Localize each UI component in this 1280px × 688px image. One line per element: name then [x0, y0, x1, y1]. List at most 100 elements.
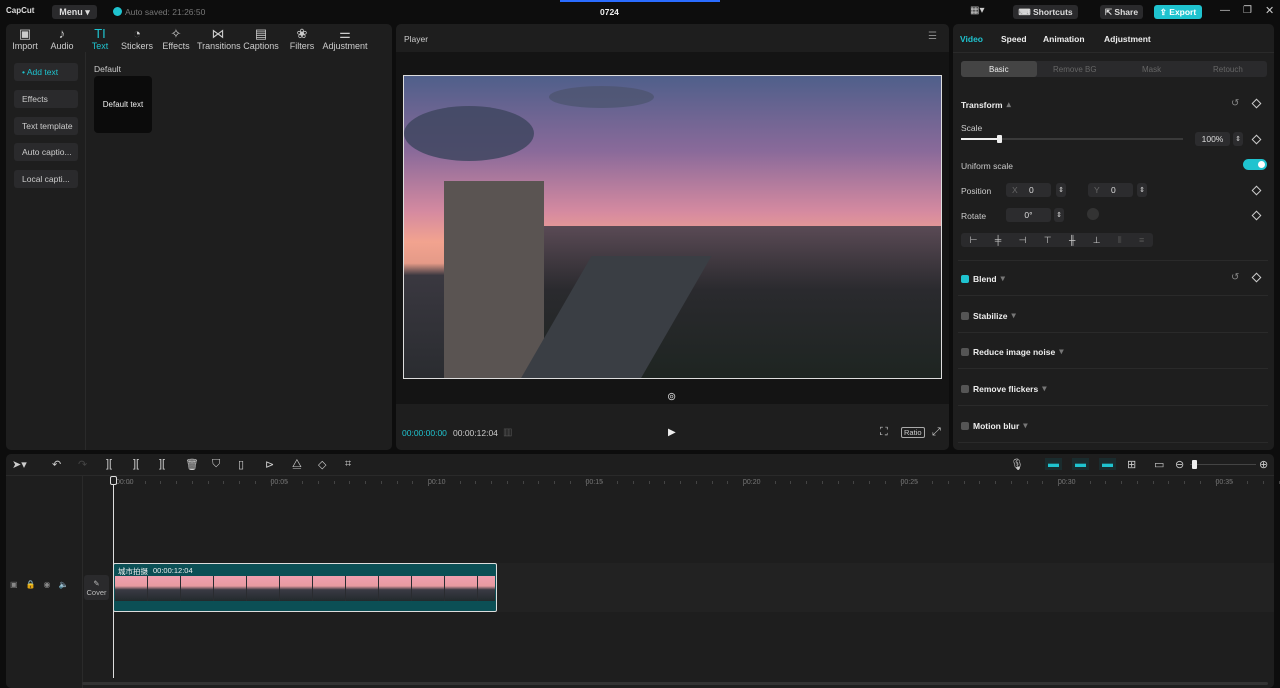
section-motion-blur[interactable]: Motion blur ▾	[961, 420, 1028, 431]
undo-icon[interactable]: ↶	[52, 458, 61, 471]
auto-snap-icon[interactable]: ▬	[1072, 458, 1089, 470]
zoom-in-icon[interactable]: ⊕	[1259, 458, 1268, 471]
subtab-remove-bg[interactable]: Remove BG	[1053, 65, 1097, 74]
tab-speed[interactable]: Speed	[1001, 34, 1027, 44]
video-preview[interactable]	[403, 75, 942, 379]
scale-stepper[interactable]: ⇕	[1233, 132, 1243, 146]
add-text-button[interactable]: • Add text	[14, 63, 78, 81]
effects-button[interactable]: Effects	[14, 90, 78, 108]
uniform-scale-toggle[interactable]	[1243, 159, 1267, 170]
rotate-dial[interactable]	[1087, 208, 1099, 220]
align-bottom-icon[interactable]: ⊥	[1093, 235, 1101, 246]
section-checkbox[interactable]	[961, 274, 969, 283]
share-button[interactable]: ⇱ Share	[1100, 5, 1143, 19]
section-reduce-image-noise[interactable]: Reduce image noise ▾	[961, 346, 1063, 357]
rotate-input[interactable]: 0°	[1006, 208, 1051, 222]
tool-adjustment[interactable]: ⚌ Adjustment	[322, 27, 368, 52]
lock-icon[interactable]: 🔒	[26, 580, 36, 589]
split-right-icon[interactable]: ][	[159, 458, 165, 470]
freeze-icon[interactable]: ▯	[238, 458, 244, 471]
zoom-slider[interactable]	[1190, 460, 1256, 469]
zoom-out-icon[interactable]: ⊖	[1175, 458, 1184, 471]
position-x-input[interactable]: X0	[1006, 183, 1051, 197]
tab-video[interactable]: Video	[960, 34, 983, 44]
scale-value[interactable]: 100%	[1195, 132, 1230, 146]
section-checkbox[interactable]	[961, 347, 969, 356]
tool-audio[interactable]: ♪ Audio	[41, 27, 83, 52]
position-x-stepper[interactable]: ⇕	[1056, 183, 1066, 197]
select-tool-icon[interactable]: ➤▾	[12, 458, 27, 471]
fullscreen-icon[interactable]: ⤢	[932, 426, 941, 439]
section-checkbox[interactable]	[961, 384, 969, 393]
subtab-mask[interactable]: Mask	[1142, 65, 1161, 74]
visibility-icon[interactable]: ◉	[44, 580, 51, 589]
align-right-icon[interactable]: ⊣	[1019, 235, 1027, 246]
marker-icon[interactable]: ⛉	[212, 458, 220, 471]
ratio-button[interactable]: Ratio	[901, 427, 925, 438]
align-left-icon[interactable]: ⊢	[970, 235, 978, 246]
section-checkbox[interactable]	[961, 421, 969, 430]
section-stabilize[interactable]: Stabilize ▾	[961, 310, 1016, 321]
mirror-icon[interactable]: ⧋	[292, 458, 302, 471]
reset-icon[interactable]: ↺	[1231, 98, 1239, 109]
section-checkbox[interactable]	[961, 311, 969, 320]
scale-slider[interactable]	[961, 135, 1183, 143]
track-thumbnail-icon[interactable]: ▣	[10, 580, 18, 589]
section-remove-flickers[interactable]: Remove flickers ▾	[961, 383, 1046, 394]
rotate-clip-icon[interactable]: ◇	[318, 458, 326, 471]
menu-button[interactable]: Menu ▾	[52, 5, 97, 19]
local-captions-button[interactable]: Local capti...	[14, 170, 78, 188]
align-center-h-icon[interactable]: ╪	[995, 235, 1001, 245]
preview-axis-icon[interactable]: ⊞	[1127, 458, 1136, 471]
tool-import[interactable]: ▣ Import	[4, 27, 46, 52]
export-button[interactable]: ⇪ Export	[1154, 5, 1202, 19]
section-blend[interactable]: Blend ▾	[961, 273, 1005, 284]
default-text-card[interactable]: Default text	[94, 76, 152, 133]
delete-icon[interactable]: 🗑	[185, 458, 199, 471]
close-icon[interactable]: ✕	[1265, 4, 1274, 17]
align-top-icon[interactable]: ⊤	[1044, 235, 1052, 246]
auto-captions-button[interactable]: Auto captio...	[14, 143, 78, 161]
subtab-basic[interactable]: Basic	[989, 65, 1009, 74]
reverse-icon[interactable]: ⊳	[265, 458, 274, 471]
split-icon[interactable]: ][	[106, 458, 112, 470]
tool-stickers[interactable]: ◔ Stickers	[116, 27, 158, 52]
rotate-stepper[interactable]: ⇕	[1054, 208, 1064, 222]
timeline-scrollbar[interactable]	[82, 682, 1268, 685]
tool-effects[interactable]: ✧ Effects	[155, 27, 197, 52]
reset-view-icon[interactable]: ⊚	[667, 390, 676, 403]
main-track-magnet-icon[interactable]: ▬	[1045, 458, 1062, 470]
distribute-v-icon[interactable]: ≡	[1139, 235, 1144, 245]
tab-adjustment[interactable]: Adjustment	[1104, 34, 1151, 44]
position-y-stepper[interactable]: ⇕	[1137, 183, 1147, 197]
video-clip[interactable]: 城市拍摄 00:00:12:04	[113, 563, 497, 612]
distribute-h-icon[interactable]: ⫴	[1118, 235, 1122, 246]
split-left-icon[interactable]: ][	[133, 458, 139, 470]
shortcuts-button[interactable]: ⌨ Shortcuts	[1013, 5, 1078, 19]
microphone-icon[interactable]: 🎙	[1010, 458, 1024, 471]
tool-text[interactable]: TI Text	[79, 27, 121, 52]
position-y-input[interactable]: Y0	[1088, 183, 1133, 197]
timecode-menu-icon[interactable]: ▥	[503, 427, 512, 438]
transform-section[interactable]: Transform ▴	[961, 99, 1011, 110]
fit-icon[interactable]: ⛶	[880, 426, 888, 439]
tool-filters[interactable]: ❀ Filters	[281, 27, 323, 52]
tab-animation[interactable]: Animation	[1043, 34, 1085, 44]
play-icon[interactable]: ▶	[668, 427, 676, 438]
audio-icon[interactable]: 🔈	[59, 580, 69, 589]
reset-icon[interactable]: ↺	[1231, 272, 1239, 283]
tool-captions[interactable]: ▤ Captions	[240, 27, 282, 52]
redo-icon[interactable]: ↷	[78, 458, 87, 471]
align-center-v-icon[interactable]: ╫	[1069, 235, 1075, 245]
restore-icon[interactable]: ❐	[1243, 5, 1252, 16]
minimize-icon[interactable]: —	[1220, 5, 1230, 16]
player-menu-icon[interactable]: ☰	[928, 31, 937, 42]
cover-button[interactable]: ✎ Cover	[84, 575, 109, 600]
thumbnail-icon[interactable]: ▭	[1154, 458, 1164, 471]
layout-icon[interactable]: ▦▾	[970, 5, 984, 16]
tool-transitions[interactable]: ⋈ Transitions	[197, 27, 241, 52]
text-template-button[interactable]: Text template	[14, 117, 78, 135]
linkage-icon[interactable]: ▬	[1099, 458, 1116, 470]
subtab-retouch[interactable]: Retouch	[1213, 65, 1243, 74]
crop-icon[interactable]: ⌗	[345, 458, 351, 471]
